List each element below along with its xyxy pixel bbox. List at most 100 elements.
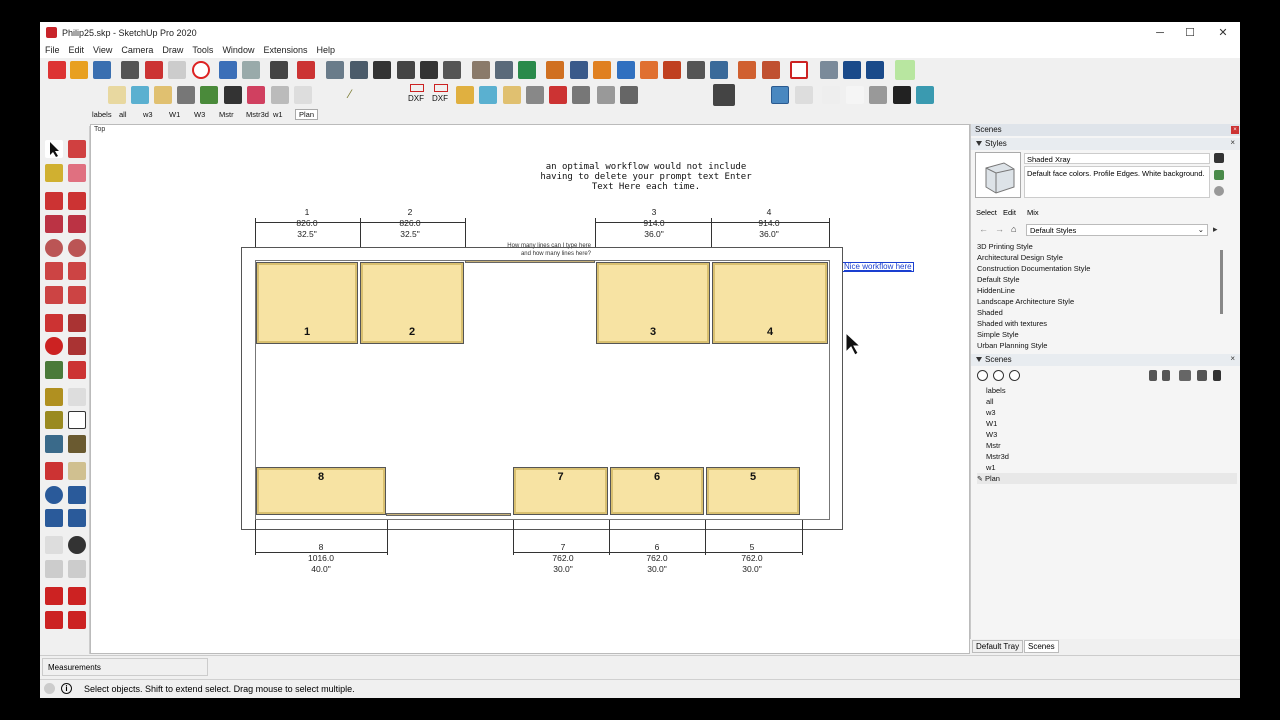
push-pull-icon[interactable] <box>68 314 86 332</box>
style-item[interactable]: Simple Style <box>977 329 1217 340</box>
scene-item[interactable]: W1 <box>977 418 1237 429</box>
extension-icon[interactable] <box>617 61 635 79</box>
save-icon[interactable] <box>93 61 111 79</box>
extension-b-icon[interactable] <box>68 587 86 605</box>
pencil-icon[interactable]: ⁄ <box>349 87 351 101</box>
styles-panel-header[interactable]: Styles × <box>971 138 1240 150</box>
right-view-icon[interactable] <box>397 61 415 79</box>
rectangle-tool-icon[interactable] <box>45 215 63 233</box>
scene-tab-W1[interactable]: W1 <box>169 110 180 119</box>
dimension-tool-icon[interactable] <box>68 388 86 406</box>
tool-19-icon[interactable] <box>713 84 735 106</box>
left-view-icon[interactable] <box>443 61 461 79</box>
extension-a-icon[interactable] <box>45 587 63 605</box>
text-tool-icon[interactable] <box>68 411 86 429</box>
3d-text-icon[interactable] <box>68 435 86 453</box>
tool-15-icon[interactable] <box>549 86 567 104</box>
look-around-icon[interactable] <box>68 536 86 554</box>
tool-h-icon[interactable] <box>843 61 861 79</box>
tool-i-icon[interactable] <box>866 61 884 79</box>
menu-window[interactable]: Window <box>217 44 258 55</box>
pan-tool-icon[interactable] <box>68 462 86 480</box>
film-strip-icon[interactable] <box>224 86 242 104</box>
info-icon[interactable]: i <box>61 683 72 694</box>
eraser-icon[interactable] <box>68 164 86 182</box>
rotated-rectangle-icon[interactable] <box>68 215 86 233</box>
tape-tool-icon[interactable] <box>45 388 63 406</box>
drawing-viewport[interactable]: Top an optimal workflow would not includ… <box>90 124 970 654</box>
styles-tab-edit[interactable]: Edit <box>1003 208 1016 217</box>
layout-icon[interactable] <box>640 61 658 79</box>
hidden-line-style-icon[interactable] <box>846 86 864 104</box>
tool-5-icon[interactable] <box>200 86 218 104</box>
scene-item[interactable]: W3 <box>977 429 1237 440</box>
scene-item[interactable]: all <box>977 396 1237 407</box>
dxf-import-button[interactable]: DXF <box>432 94 448 103</box>
tool-2-icon[interactable] <box>131 86 149 104</box>
front-view-icon[interactable] <box>373 61 391 79</box>
upper-cabinet-2[interactable]: 2 <box>360 262 464 344</box>
tool-17-icon[interactable] <box>597 86 615 104</box>
tool-8-icon[interactable] <box>271 86 289 104</box>
top-view-icon[interactable] <box>350 61 368 79</box>
iso-view-icon[interactable] <box>326 61 344 79</box>
circle-tool-icon[interactable] <box>45 239 63 257</box>
tool-a-icon[interactable] <box>663 61 681 79</box>
upper-cabinet-1[interactable]: 1 <box>256 262 358 344</box>
tab-scenes[interactable]: Scenes <box>1024 640 1059 653</box>
new-style-icon[interactable] <box>1214 170 1224 180</box>
copy-icon[interactable] <box>145 61 163 79</box>
extension-c-icon[interactable] <box>45 611 63 629</box>
menu-view[interactable]: View <box>88 44 116 55</box>
dimension-icon[interactable] <box>495 61 513 79</box>
tool-1-icon[interactable] <box>108 86 126 104</box>
style-item[interactable]: HiddenLine <box>977 285 1217 296</box>
style-item[interactable]: Construction Documentation Style <box>977 263 1217 274</box>
xray-style-icon[interactable] <box>771 86 789 104</box>
move-tool-icon[interactable] <box>45 314 63 332</box>
scene-tab-W3[interactable]: W3 <box>194 110 205 119</box>
style-item[interactable]: Architectural Design Style <box>977 252 1217 263</box>
paint-icon[interactable] <box>45 164 63 182</box>
style-item[interactable]: Landscape Architecture Style <box>977 296 1217 307</box>
tab-default-tray[interactable]: Default Tray <box>972 640 1024 653</box>
refresh-scenes-icon[interactable] <box>977 370 988 381</box>
move-scene-down-icon[interactable] <box>1149 370 1157 381</box>
select-tool-icon[interactable] <box>45 140 63 158</box>
menu-edit[interactable]: Edit <box>64 44 89 55</box>
tool-4-icon[interactable] <box>177 86 195 104</box>
warehouse-icon[interactable] <box>593 61 611 79</box>
extension-d-icon[interactable] <box>68 611 86 629</box>
textured-style-icon[interactable] <box>893 86 911 104</box>
dxf-export-button[interactable]: DXF <box>408 94 424 103</box>
scene-item-selected[interactable]: ✎ Plan <box>977 473 1237 484</box>
style-item[interactable]: Shaded with textures <box>977 318 1217 329</box>
scene-item[interactable]: Mstr3d <box>977 451 1237 462</box>
add-scene-icon[interactable] <box>993 370 1004 381</box>
tape-measure-icon[interactable] <box>472 61 490 79</box>
back-arrow-icon[interactable]: ← <box>979 224 988 234</box>
zoom-window-icon[interactable] <box>68 486 86 504</box>
measurements-box[interactable]: Measurements <box>42 658 208 676</box>
redo-icon[interactable] <box>242 61 260 79</box>
move-scene-up-icon[interactable] <box>1162 370 1170 381</box>
lower-cabinet-7[interactable]: 7 <box>513 467 608 515</box>
details-arrow-icon[interactable]: ▸ <box>1213 224 1218 235</box>
back-edges-style-icon[interactable] <box>795 86 813 104</box>
upper-cabinet-4[interactable]: 4 <box>712 262 828 344</box>
new-file-icon[interactable] <box>48 61 66 79</box>
section-plane-icon[interactable] <box>68 560 86 578</box>
tool-3-icon[interactable] <box>154 86 172 104</box>
paste-icon[interactable] <box>168 61 186 79</box>
view-options-icon[interactable] <box>1179 370 1191 381</box>
back-view-icon[interactable] <box>420 61 438 79</box>
freehand-tool-icon[interactable] <box>68 192 86 210</box>
position-camera-icon[interactable] <box>45 536 63 554</box>
tool-18-icon[interactable] <box>620 86 638 104</box>
polygon-tool-icon[interactable] <box>68 239 86 257</box>
scenes-panel-header[interactable]: Scenes × <box>971 354 1240 366</box>
style-item[interactable]: Default Style <box>977 274 1217 285</box>
tool-9-icon[interactable] <box>294 86 312 104</box>
style-name-field[interactable]: Shaded Xray <box>1024 153 1210 164</box>
home-icon[interactable]: ⌂ <box>1011 224 1016 234</box>
